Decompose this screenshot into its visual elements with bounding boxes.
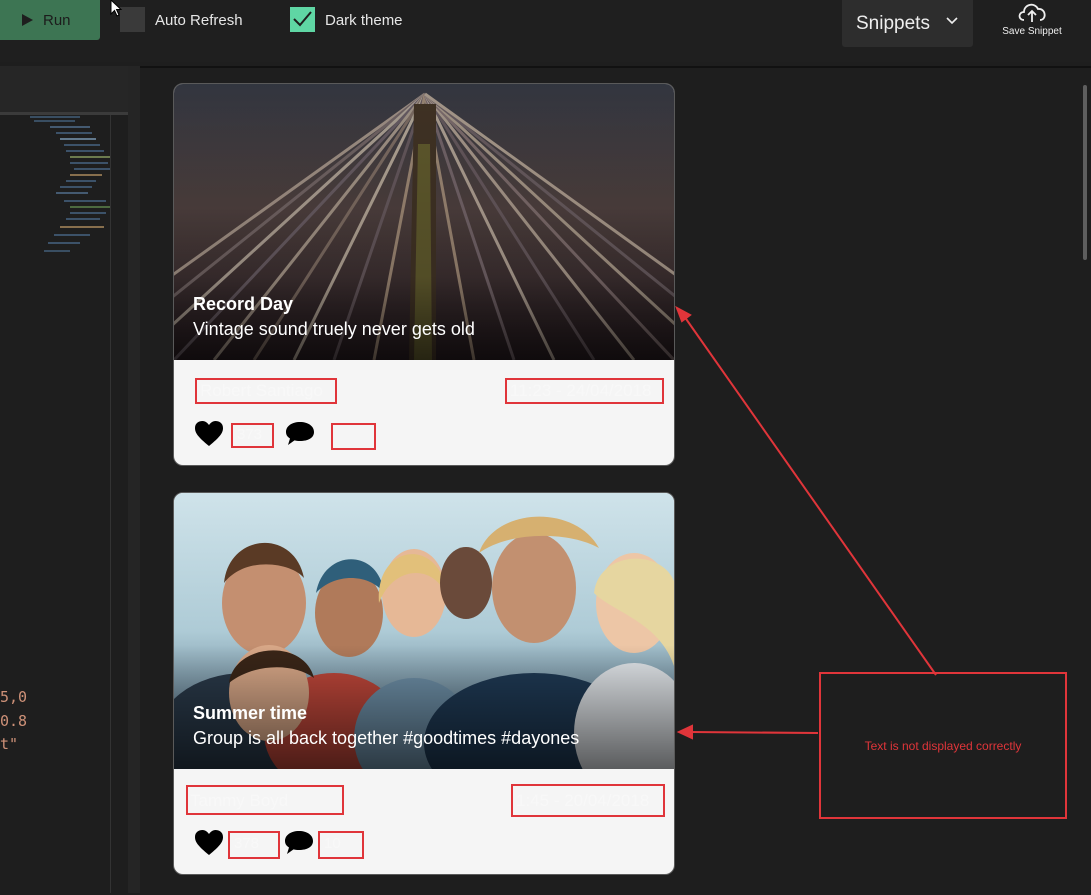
error-highlight-box: [505, 378, 664, 404]
annotation-text: Text is not displayed correctly: [864, 738, 1022, 753]
post-subtitle: Group is all back together #goodtimes #d…: [193, 728, 580, 748]
run-label: Run: [43, 11, 71, 29]
pane-splitter[interactable]: [128, 66, 140, 893]
post-image-records: Record Day Vintage sound truely never ge…: [174, 84, 674, 360]
error-highlight-box: [195, 378, 337, 404]
heart-icon[interactable]: [194, 420, 224, 448]
comment-icon[interactable]: [283, 829, 315, 857]
post-subtitle: Vintage sound truely never gets old: [193, 319, 475, 339]
minimap-divider: [110, 115, 111, 893]
mouse-cursor-icon: [110, 0, 123, 17]
snippets-dropdown[interactable]: Snippets: [842, 0, 973, 47]
cloud-upload-icon: [1018, 3, 1046, 22]
save-snippet-button[interactable]: Save Snippet: [996, 0, 1068, 50]
dark-theme-checkbox[interactable]: [290, 7, 315, 32]
snippets-label: Snippets: [856, 12, 930, 34]
post-card[interactable]: Summer time Group is all back together #…: [173, 492, 675, 875]
post-card[interactable]: Record Day Vintage sound truely never ge…: [173, 83, 675, 466]
error-highlight-box: [228, 831, 280, 859]
error-highlight-box: [331, 423, 376, 450]
comment-icon[interactable]: [284, 420, 316, 448]
code-fragment[interactable]: 5,0: [0, 688, 27, 706]
error-highlight-box: [511, 784, 665, 817]
code-fragment[interactable]: t": [0, 735, 18, 753]
dark-theme-label[interactable]: Dark theme: [325, 12, 403, 29]
chevron-down-icon: [946, 17, 958, 25]
code-minimap[interactable]: [30, 115, 112, 255]
preview-scrollbar[interactable]: [1083, 85, 1087, 260]
toolbar: Run Auto Refresh Dark theme Snippets Sav…: [0, 0, 1091, 62]
error-highlight-box: [186, 785, 344, 815]
post-image-group: Summer time Group is all back together #…: [174, 493, 674, 769]
heart-icon[interactable]: [194, 829, 224, 857]
run-button[interactable]: Run: [0, 0, 100, 40]
code-fragment[interactable]: 0.8: [0, 712, 27, 730]
checkmark-icon: [293, 11, 312, 27]
post-title: Summer time: [193, 703, 308, 723]
auto-refresh-label[interactable]: Auto Refresh: [155, 12, 243, 29]
error-highlight-box: [318, 831, 364, 859]
annotation-callout: Text is not displayed correctly: [819, 672, 1067, 819]
play-icon: [22, 14, 33, 26]
error-highlight-box: [231, 423, 274, 448]
save-snippet-label: Save Snippet: [1002, 26, 1062, 37]
editor-tab-strip: [0, 66, 128, 112]
post-title: Record Day: [193, 294, 294, 314]
